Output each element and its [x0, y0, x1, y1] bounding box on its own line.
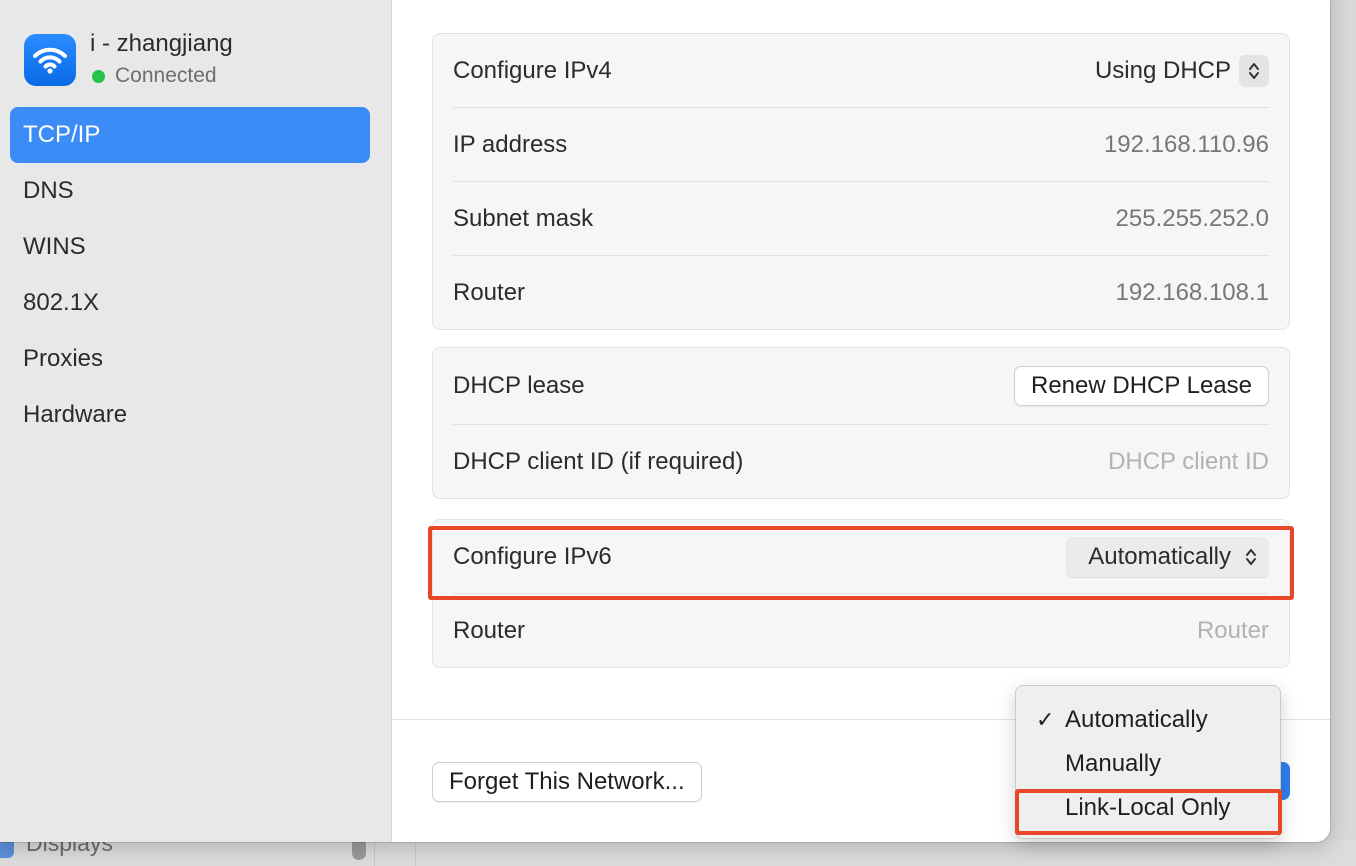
ipv6-router-input[interactable]: Router: [1197, 617, 1269, 645]
menu-item-label: Link-Local Only: [1065, 794, 1231, 821]
ipv4-router-label: Router: [453, 278, 526, 306]
ipv4-router-row: Router 192.168.108.1: [453, 255, 1269, 329]
network-name: i - zhangjiang: [90, 30, 233, 57]
sidebar-item-8021x[interactable]: 802.1X: [10, 275, 370, 331]
ip-address-row: IP address 192.168.110.96: [453, 107, 1269, 181]
sidebar-item-dns[interactable]: DNS: [10, 163, 370, 219]
background-divider: [415, 842, 416, 866]
chevron-updown-icon: [1246, 548, 1256, 565]
menu-item-link-local-only[interactable]: Link-Local Only: [1016, 786, 1280, 830]
subnet-mask-row: Subnet mask 255.255.252.0: [453, 181, 1269, 255]
menu-item-manually[interactable]: Manually: [1016, 742, 1280, 786]
background-window: [0, 840, 1356, 866]
dhcp-client-id-row: DHCP client ID (if required) DHCP client…: [453, 424, 1269, 498]
forget-network-button[interactable]: Forget This Network...: [432, 762, 702, 802]
configure-ipv4-popup[interactable]: Using DHCP: [1094, 54, 1269, 87]
status-dot-icon: [92, 69, 105, 83]
sidebar-nav: TCP/IP DNS WINS 802.1X Proxies Hardware: [10, 107, 370, 443]
configure-ipv4-value: Using DHCP: [1094, 56, 1231, 84]
menu-item-label: Manually: [1065, 750, 1162, 777]
sidebar-item-proxies[interactable]: Proxies: [10, 331, 370, 387]
configure-ipv6-popup[interactable]: Automatically: [1066, 536, 1269, 577]
subnet-mask-value: 255.255.252.0: [1115, 204, 1269, 232]
configure-ipv6-row: Configure IPv6 Automatically: [453, 520, 1269, 593]
sidebar: i - zhangjiang Connected TCP/IP DNS WINS…: [0, 0, 392, 842]
subnet-mask-label: Subnet mask: [453, 204, 594, 232]
ip-address-label: IP address: [453, 130, 568, 158]
sidebar-item-tcpip[interactable]: TCP/IP: [10, 107, 370, 163]
dhcp-client-id-input[interactable]: DHCP client ID: [1108, 448, 1269, 476]
ipv6-group: Configure IPv6 Automatically Router Rout…: [432, 519, 1290, 668]
chevron-updown-icon: [1239, 54, 1269, 87]
configure-ipv4-row: Configure IPv4 Using DHCP: [453, 34, 1269, 107]
dhcp-client-id-label: DHCP client ID (if required): [453, 447, 744, 475]
ipv6-options-menu: ✓ Automatically Manually Link-Local Only: [1015, 685, 1281, 839]
configure-ipv4-label: Configure IPv4: [453, 56, 612, 84]
background-divider: [374, 842, 375, 866]
sidebar-item-wins[interactable]: WINS: [10, 219, 370, 275]
network-status-label: Connected: [115, 64, 217, 87]
wifi-icon: [24, 34, 76, 86]
ipv4-group: Configure IPv4 Using DHCP IP address 192…: [432, 33, 1290, 330]
ipv6-router-row: Router Router: [453, 593, 1269, 667]
sidebar-item-hardware[interactable]: Hardware: [10, 387, 370, 443]
dhcp-lease-row: DHCP lease Renew DHCP Lease: [453, 348, 1269, 424]
dhcp-group: DHCP lease Renew DHCP Lease DHCP client …: [432, 347, 1290, 499]
menu-item-automatically[interactable]: ✓ Automatically: [1016, 698, 1280, 742]
menu-item-label: Automatically: [1065, 706, 1208, 733]
network-status: Connected: [92, 64, 217, 88]
configure-ipv6-value: Automatically: [1088, 542, 1231, 570]
checkmark-icon: ✓: [1036, 707, 1055, 732]
renew-dhcp-lease-button[interactable]: Renew DHCP Lease: [1013, 366, 1269, 406]
ip-address-value: 192.168.110.96: [1103, 130, 1269, 158]
ipv6-router-label: Router: [453, 616, 526, 644]
dhcp-lease-label: DHCP lease: [453, 372, 585, 399]
ipv4-router-value: 192.168.108.1: [1115, 278, 1269, 306]
configure-ipv6-label: Configure IPv6: [453, 542, 612, 570]
